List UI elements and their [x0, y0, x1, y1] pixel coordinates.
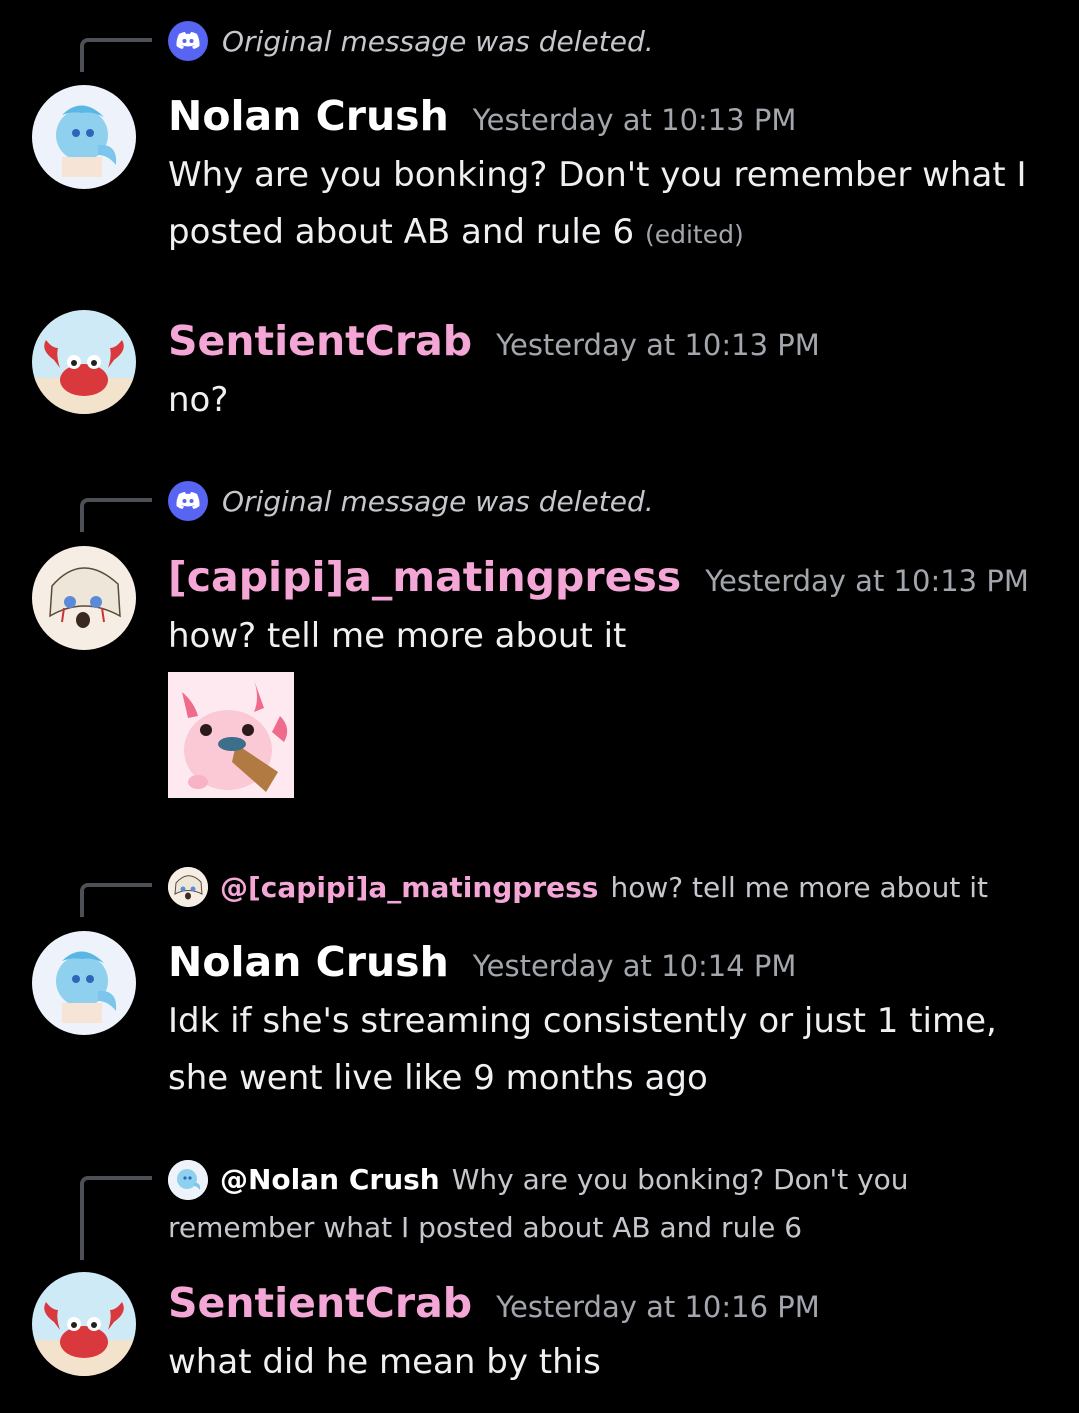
reply-preview[interactable]: Original message was deleted. — [168, 20, 654, 62]
message-line: no? — [168, 380, 229, 420]
edited-indicator: (edited) — [644, 220, 744, 249]
discord-icon — [168, 481, 208, 521]
reply-snippet: how? tell me more about it — [610, 870, 988, 904]
username[interactable]: [capipi]a_matingpress — [168, 553, 681, 601]
avatar-capipi[interactable] — [32, 546, 136, 650]
timestamp[interactable]: Yesterday at 10:16 PM — [496, 1290, 820, 1324]
reply-mention[interactable]: @[capipi]a_matingpress — [220, 871, 598, 904]
message-line: Idk if she's streaming consistently or j… — [168, 1001, 997, 1041]
avatar-nolan[interactable] — [32, 931, 136, 1035]
reply-snippet-continued: remember what I posted about AB and rule… — [168, 1211, 803, 1244]
message-line-wrap: posted about AB and rule 6 (edited) — [168, 204, 1048, 263]
reply-preview[interactable]: @Nolan Crush Why are you bonking? Don't … — [168, 1156, 1028, 1252]
message-header: SentientCrab Yesterday at 10:13 PM — [168, 317, 820, 365]
reply-spine — [80, 1176, 152, 1260]
username[interactable]: Nolan Crush — [168, 92, 449, 140]
message-body: no? — [168, 372, 1048, 429]
message-header: [capipi]a_matingpress Yesterday at 10:13… — [168, 553, 1029, 601]
reply-avatar-capipi — [168, 867, 208, 907]
reply-preview[interactable]: Original message was deleted. — [168, 480, 654, 522]
reply-mention[interactable]: @Nolan Crush — [220, 1156, 440, 1204]
message-header: SentientCrab Yesterday at 10:16 PM — [168, 1279, 820, 1327]
message-line: posted about AB and rule 6 — [168, 212, 635, 252]
reply-snippet: Why are you bonking? Don't you — [451, 1163, 909, 1196]
username[interactable]: SentientCrab — [168, 1279, 472, 1327]
message-line: she went live like 9 months ago — [168, 1058, 708, 1098]
message-body: Why are you bonking? Don't you remember … — [168, 147, 1048, 263]
message-line: what did he mean by this — [168, 1342, 601, 1382]
message-header: Nolan Crush Yesterday at 10:13 PM — [168, 92, 796, 140]
username[interactable]: SentientCrab — [168, 317, 472, 365]
timestamp[interactable]: Yesterday at 10:14 PM — [473, 949, 797, 983]
deleted-notice: Original message was deleted. — [222, 24, 654, 58]
timestamp[interactable]: Yesterday at 10:13 PM — [705, 564, 1029, 598]
avatar-nolan[interactable] — [32, 85, 136, 189]
message-line: Why are you bonking? Don't you remember … — [168, 155, 1027, 195]
timestamp[interactable]: Yesterday at 10:13 PM — [496, 328, 820, 362]
timestamp[interactable]: Yesterday at 10:13 PM — [473, 103, 797, 137]
reply-first-line: @Nolan Crush Why are you bonking? Don't … — [168, 1156, 1028, 1204]
username[interactable]: Nolan Crush — [168, 938, 449, 986]
deleted-notice: Original message was deleted. — [222, 484, 654, 518]
message-body: how? tell me more about it — [168, 608, 1048, 665]
reply-avatar-nolan — [168, 1160, 208, 1200]
message-header: Nolan Crush Yesterday at 10:14 PM — [168, 938, 796, 986]
avatar-sentientcrab[interactable] — [32, 1272, 136, 1376]
discord-icon — [168, 21, 208, 61]
message-body: Idk if she's streaming consistently or j… — [168, 993, 1048, 1107]
reply-spine — [80, 498, 152, 532]
reply-preview[interactable]: @[capipi]a_matingpress how? tell me more… — [168, 866, 988, 908]
message-line: how? tell me more about it — [168, 616, 627, 656]
axolotl-sticker[interactable] — [168, 672, 294, 798]
reply-spine — [80, 38, 152, 72]
message-body: what did he mean by this — [168, 1334, 1048, 1391]
avatar-sentientcrab[interactable] — [32, 310, 136, 414]
reply-spine — [80, 883, 152, 917]
